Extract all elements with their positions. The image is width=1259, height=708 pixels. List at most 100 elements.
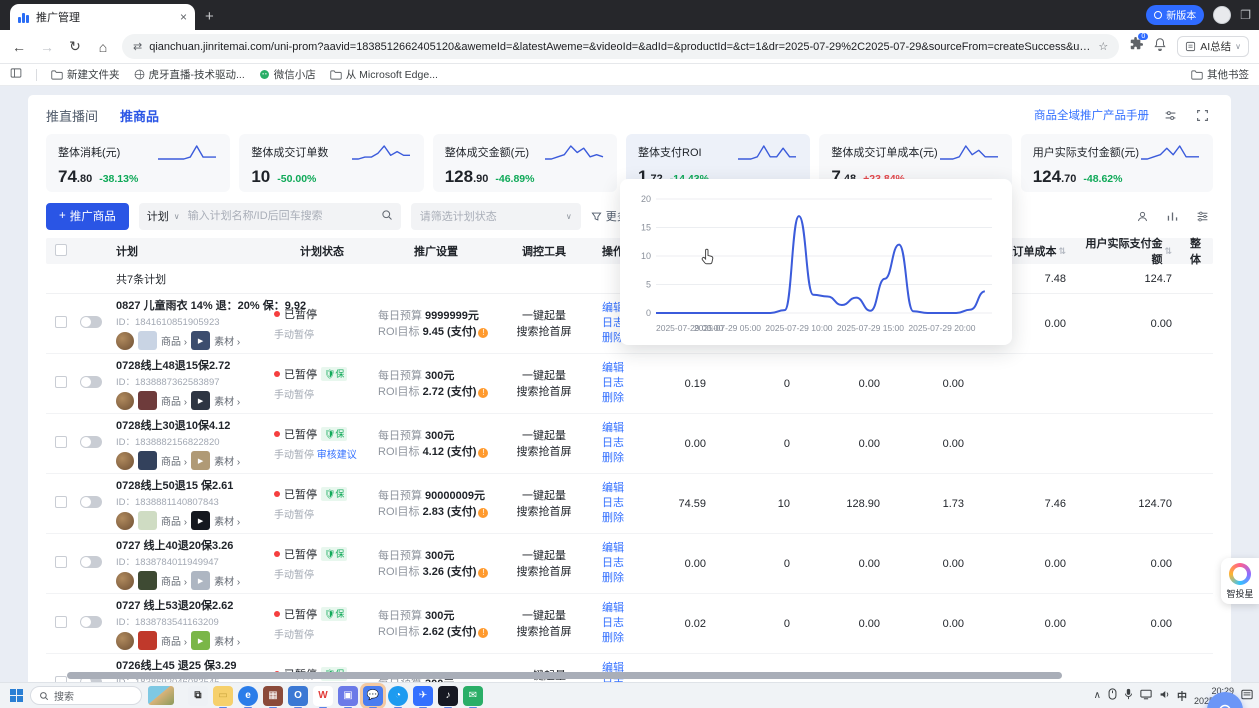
col-user-pay[interactable]: 用户实际支付金额⇅ xyxy=(1080,235,1186,267)
tab-products[interactable]: 推商品 xyxy=(120,106,159,125)
start-button[interactable] xyxy=(10,689,24,703)
file-explorer[interactable]: ▭ xyxy=(213,686,233,706)
campaign-title[interactable]: 0726线上45 退25 保3.29 xyxy=(116,657,266,673)
bookmark-star-icon[interactable]: ☆ xyxy=(1098,40,1108,53)
row-checkbox[interactable] xyxy=(55,376,67,388)
bookmark-huya[interactable]: 虎牙直播-技术驱动... xyxy=(134,67,245,82)
product-link[interactable]: 商品 › xyxy=(161,633,187,648)
app-purple[interactable]: ▣ xyxy=(338,686,358,706)
wps-word[interactable]: W xyxy=(313,686,333,706)
bookmark-edge-import[interactable]: 从 Microsoft Edge... xyxy=(330,67,438,82)
row-enable-toggle[interactable] xyxy=(80,616,102,628)
search-icon[interactable] xyxy=(381,209,393,224)
app-blue-circle[interactable]: ◔ xyxy=(388,686,408,706)
row-enable-toggle[interactable] xyxy=(80,316,102,328)
tab-live-room[interactable]: 推直播间 xyxy=(46,106,98,125)
new-version-badge[interactable]: 新版本 xyxy=(1146,5,1204,25)
product-link[interactable]: 商品 › xyxy=(161,333,187,348)
edit-link[interactable]: 编辑 xyxy=(594,541,632,556)
fullscreen-icon[interactable] xyxy=(1191,104,1213,126)
search-top-link[interactable]: 搜索抢首屏 xyxy=(502,384,586,400)
browser-tab[interactable]: 推广管理 × xyxy=(10,4,195,30)
address-bar[interactable]: ⇄ qianchuan.jinritemai.com/uni-prom?aavi… xyxy=(122,34,1119,59)
search-top-link[interactable]: 搜索抢首屏 xyxy=(502,444,586,460)
edge-browser[interactable]: e xyxy=(238,686,258,706)
material-link[interactable]: 素材 › xyxy=(214,573,240,588)
stat-card-0[interactable]: 整体消耗(元)74.80-38.13% xyxy=(46,134,230,192)
chat-app[interactable]: 💬 xyxy=(363,686,383,706)
edit-link[interactable]: 编辑 xyxy=(594,361,632,376)
campaign-title[interactable]: 0728线上48退15保2.72 xyxy=(116,357,266,373)
edit-link[interactable]: 编辑 xyxy=(594,481,632,496)
taskbar-search[interactable]: 搜索 xyxy=(30,686,142,705)
task-view[interactable]: ⧉ xyxy=(188,686,208,706)
assistant-widget[interactable]: 智投星 xyxy=(1221,558,1259,604)
wechat-app[interactable]: ✉ xyxy=(463,686,483,706)
log-link[interactable]: 日志 xyxy=(594,616,632,631)
one-key-boost-link[interactable]: 一键起量 xyxy=(502,308,586,324)
search-top-link[interactable]: 搜索抢首屏 xyxy=(502,624,586,640)
widgets-weather-icon[interactable] xyxy=(148,686,174,705)
row-enable-toggle[interactable] xyxy=(80,496,102,508)
delete-link[interactable]: 删除 xyxy=(594,451,632,466)
delete-link[interactable]: 删除 xyxy=(594,391,632,406)
delete-link[interactable]: 删除 xyxy=(594,571,632,586)
campaign-title[interactable]: 0827 儿童雨衣 14% 退：20% 保：9.92 xyxy=(116,297,266,313)
app-maroon[interactable]: ▦ xyxy=(263,686,283,706)
log-link[interactable]: 日志 xyxy=(594,436,632,451)
material-link[interactable]: 素材 › xyxy=(214,633,240,648)
material-link[interactable]: 素材 › xyxy=(214,333,240,348)
ai-summary-button[interactable]: AI总结 ∨ xyxy=(1177,36,1249,57)
browser-avatar[interactable] xyxy=(1213,6,1231,24)
back-button[interactable]: ← xyxy=(10,39,28,55)
delete-link[interactable]: 删除 xyxy=(594,511,632,526)
add-product-button[interactable]: +推广商品 xyxy=(46,203,129,230)
delete-link[interactable]: 删除 xyxy=(594,631,632,646)
row-checkbox[interactable] xyxy=(55,316,67,328)
status-filter-select[interactable]: 请筛选计划状态 ∨ xyxy=(411,203,581,230)
site-settings-icon[interactable]: ⇄ xyxy=(133,40,142,53)
manual-link[interactable]: 商品全域推广产品手册 xyxy=(1034,107,1149,123)
one-key-boost-link[interactable]: 一键起量 xyxy=(502,548,586,564)
settings-sliders-icon[interactable] xyxy=(1159,104,1181,126)
tray-ime-indicator[interactable]: 中 xyxy=(1177,688,1187,703)
reload-button[interactable]: ↻ xyxy=(66,38,84,55)
log-link[interactable]: 日志 xyxy=(594,556,632,571)
column-settings-icon[interactable] xyxy=(1191,205,1213,227)
tray-mouse-icon[interactable] xyxy=(1108,688,1117,703)
metrics-chart-icon[interactable] xyxy=(1161,205,1183,227)
product-link[interactable]: 商品 › xyxy=(161,453,187,468)
product-link[interactable]: 商品 › xyxy=(161,573,187,588)
search-top-link[interactable]: 搜索抢首屏 xyxy=(502,504,586,520)
row-enable-toggle[interactable] xyxy=(80,556,102,568)
forward-button[interactable]: → xyxy=(38,39,56,55)
stat-card-1[interactable]: 整体成交订单数10-50.00% xyxy=(239,134,423,192)
campaign-title[interactable]: 0727 线上40退20保3.26 xyxy=(116,537,266,553)
tray-display-icon[interactable] xyxy=(1140,689,1152,703)
one-key-boost-link[interactable]: 一键起量 xyxy=(502,488,586,504)
row-enable-toggle[interactable] xyxy=(80,376,102,388)
new-tab-button[interactable]: + xyxy=(205,8,214,25)
feishu-app[interactable]: ✈ xyxy=(413,686,433,706)
notification-center-icon[interactable] xyxy=(1241,689,1253,703)
row-enable-toggle[interactable] xyxy=(80,436,102,448)
select-all-checkbox[interactable] xyxy=(55,244,67,256)
product-link[interactable]: 商品 › xyxy=(161,513,187,528)
douyin-app[interactable]: ♪ xyxy=(438,686,458,706)
material-link[interactable]: 素材 › xyxy=(214,513,240,528)
search-type-select[interactable]: 计划∨ xyxy=(139,208,188,224)
other-bookmarks[interactable]: 其他书签 xyxy=(1191,67,1249,82)
edit-link[interactable]: 编辑 xyxy=(594,421,632,436)
home-button[interactable]: ⌂ xyxy=(94,39,112,55)
log-link[interactable]: 日志 xyxy=(594,496,632,511)
row-checkbox[interactable] xyxy=(55,436,67,448)
tray-chevron-up-icon[interactable]: ∧ xyxy=(1094,690,1101,701)
campaign-title[interactable]: 0728线上50退15 保2.61 xyxy=(116,477,266,493)
bookmark-folder[interactable]: 新建文件夹 xyxy=(51,67,120,82)
office-app[interactable]: O xyxy=(288,686,308,706)
review-suggestion-link[interactable]: 审核建议 xyxy=(317,450,357,461)
campaign-title[interactable]: 0728线上30退10保4.12 xyxy=(116,417,266,433)
campaign-title[interactable]: 0727 线上53退20保2.62 xyxy=(116,597,266,613)
custom-audience-icon[interactable] xyxy=(1131,205,1153,227)
row-checkbox[interactable] xyxy=(55,676,67,682)
